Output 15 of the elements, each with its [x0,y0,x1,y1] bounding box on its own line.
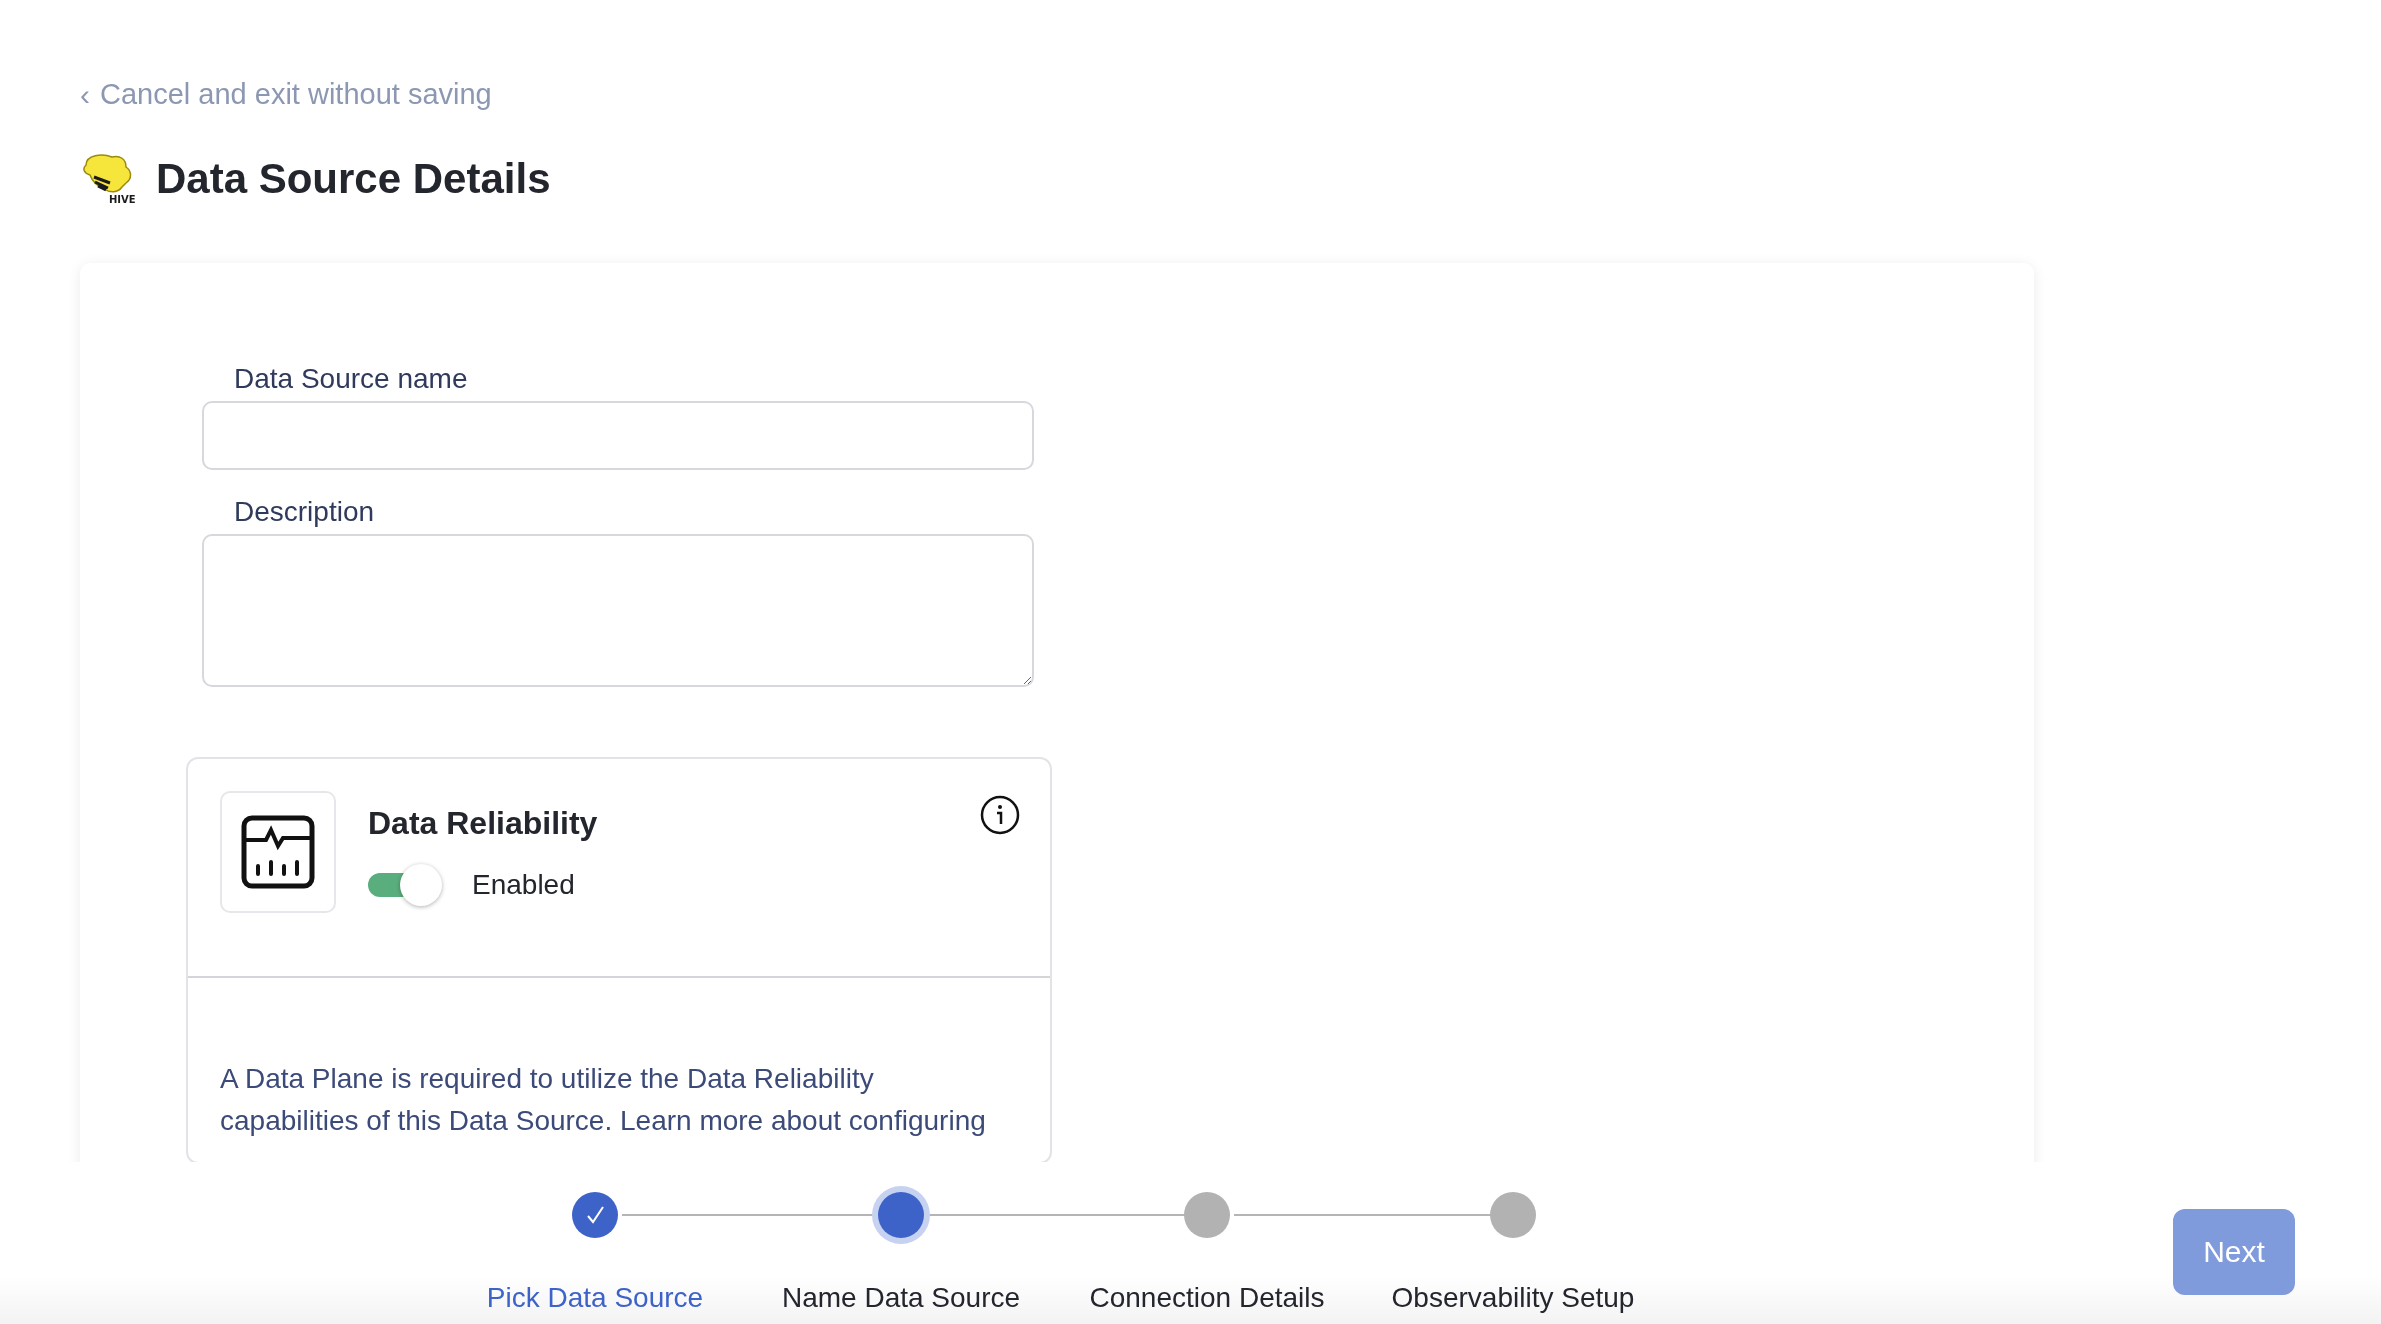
info-message: A Data Plane is required to utilize the Data Reliability capabilities of this Data Source. Learn more about configuring [219,1062,987,1138]
info-icon[interactable] [980,795,1020,835]
step-label[interactable]: Observability Setup [1391,1282,1635,1314]
name-input-field[interactable] [202,401,1034,470]
field-label: Description [233,496,376,528]
page-title: Data Source Details [156,155,551,203]
step-label[interactable]: Name Data Source [781,1282,1021,1314]
section-title: Data Reliability [368,805,598,842]
toggle-label: Enabled [472,869,575,901]
step-label[interactable]: Pick Data Source [486,1282,704,1314]
monitor-icon [220,791,336,913]
step-label[interactable]: Connection Details [1089,1282,1325,1314]
field-label: Data Source name [233,363,469,395]
description-field[interactable] [202,534,1034,687]
toggle-switch[interactable] [368,864,442,906]
